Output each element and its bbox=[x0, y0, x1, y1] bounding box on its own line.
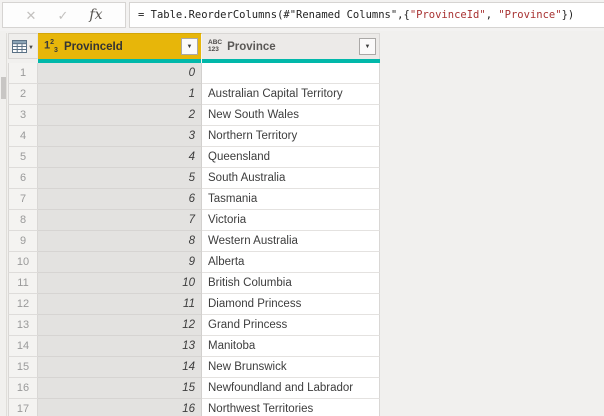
provinceid-cell[interactable]: 1 bbox=[38, 84, 202, 105]
table-row: 10 9 Alberta bbox=[8, 252, 380, 273]
row-number[interactable]: 2 bbox=[8, 84, 38, 105]
fx-icon: fx bbox=[89, 7, 103, 23]
column-header-provinceid[interactable]: 123 ProvinceId ▼ bbox=[38, 33, 202, 59]
provinceid-cell[interactable]: 0 bbox=[38, 63, 202, 84]
table-row: 12 11 Diamond Princess bbox=[8, 294, 380, 315]
province-cell[interactable]: Queensland bbox=[202, 147, 380, 168]
province-cell[interactable]: Newfoundland and Labrador bbox=[202, 378, 380, 399]
commit-icon[interactable]: ✓ bbox=[57, 9, 68, 22]
column-header-province[interactable]: ABC 123 Province ▼ bbox=[202, 33, 380, 59]
table-row: 15 14 New Brunswick bbox=[8, 357, 380, 378]
pane-scroll-thumb[interactable] bbox=[1, 77, 6, 99]
provinceid-cell[interactable]: 11 bbox=[38, 294, 202, 315]
province-cell[interactable]: Northern Territory bbox=[202, 126, 380, 147]
provinceid-cell[interactable]: 12 bbox=[38, 315, 202, 336]
any-type-icon: ABC 123 bbox=[208, 38, 223, 53]
provinceid-cell[interactable]: 6 bbox=[38, 189, 202, 210]
provinceid-cell[interactable]: 5 bbox=[38, 168, 202, 189]
row-number[interactable]: 14 bbox=[8, 336, 38, 357]
table-row: 8 7 Victoria bbox=[8, 210, 380, 231]
province-cell[interactable]: Alberta bbox=[202, 252, 380, 273]
table-row: 14 13 Manitoba bbox=[8, 336, 380, 357]
row-number[interactable]: 15 bbox=[8, 357, 38, 378]
row-number[interactable]: 4 bbox=[8, 126, 38, 147]
whole-number-type-icon: 123 bbox=[44, 39, 58, 54]
row-number[interactable]: 10 bbox=[8, 252, 38, 273]
formula-bar: ✕ ✓ fx = Table.ReorderColumns(#"Renamed … bbox=[0, 0, 604, 31]
row-number[interactable]: 12 bbox=[8, 294, 38, 315]
provinceid-cell[interactable]: 13 bbox=[38, 336, 202, 357]
filter-dropdown-button[interactable]: ▼ bbox=[359, 38, 376, 55]
table-row: 7 6 Tasmania bbox=[8, 189, 380, 210]
power-query-editor: ✕ ✓ fx = Table.ReorderColumns(#"Renamed … bbox=[0, 0, 604, 416]
row-number[interactable]: 9 bbox=[8, 231, 38, 252]
chevron-down-icon: ▼ bbox=[364, 43, 371, 50]
provinceid-cell[interactable]: 16 bbox=[38, 399, 202, 416]
table-header-row: ▼ 123 ProvinceId ▼ ABC 123 Province ▼ bbox=[8, 33, 380, 59]
row-number[interactable]: 1 bbox=[8, 63, 38, 84]
row-number[interactable]: 13 bbox=[8, 315, 38, 336]
provinceid-cell[interactable]: 4 bbox=[38, 147, 202, 168]
provinceid-cell[interactable]: 9 bbox=[38, 252, 202, 273]
chevron-down-icon: ▼ bbox=[28, 45, 34, 51]
row-number[interactable]: 11 bbox=[8, 273, 38, 294]
table-row: 3 2 New South Wales bbox=[8, 105, 380, 126]
table-body: 1 0 2 1 Australian Capital Territory 3 2… bbox=[8, 63, 380, 416]
provinceid-cell[interactable]: 3 bbox=[38, 126, 202, 147]
formula-bar-buttons: ✕ ✓ fx bbox=[2, 2, 126, 28]
province-cell[interactable]: Tasmania bbox=[202, 189, 380, 210]
province-cell[interactable]: South Australia bbox=[202, 168, 380, 189]
row-number[interactable]: 16 bbox=[8, 378, 38, 399]
province-cell[interactable]: Northwest Territories bbox=[202, 399, 380, 416]
table-row: 1 0 bbox=[8, 63, 380, 84]
queries-pane-collapsed-strip[interactable] bbox=[0, 33, 7, 416]
table-row: 6 5 South Australia bbox=[8, 168, 380, 189]
row-number[interactable]: 6 bbox=[8, 168, 38, 189]
column-header-label: Province bbox=[227, 40, 276, 53]
table-menu-button[interactable]: ▼ bbox=[8, 33, 38, 59]
provinceid-cell[interactable]: 15 bbox=[38, 378, 202, 399]
province-cell[interactable]: New Brunswick bbox=[202, 357, 380, 378]
provinceid-cell[interactable]: 14 bbox=[38, 357, 202, 378]
provinceid-cell[interactable]: 10 bbox=[38, 273, 202, 294]
table-icon bbox=[12, 39, 28, 53]
row-number[interactable]: 3 bbox=[8, 105, 38, 126]
province-cell[interactable]: Grand Princess bbox=[202, 315, 380, 336]
table-row: 17 16 Northwest Territories bbox=[8, 399, 380, 416]
province-cell[interactable] bbox=[202, 63, 380, 84]
table-row: 9 8 Western Australia bbox=[8, 231, 380, 252]
table-row: 5 4 Queensland bbox=[8, 147, 380, 168]
row-number[interactable]: 8 bbox=[8, 210, 38, 231]
table-row: 4 3 Northern Territory bbox=[8, 126, 380, 147]
province-cell[interactable]: Manitoba bbox=[202, 336, 380, 357]
province-cell[interactable]: Diamond Princess bbox=[202, 294, 380, 315]
data-preview-table: ▼ 123 ProvinceId ▼ ABC 123 Province ▼ 1 … bbox=[8, 33, 380, 416]
province-cell[interactable]: Western Australia bbox=[202, 231, 380, 252]
provinceid-cell[interactable]: 7 bbox=[38, 210, 202, 231]
table-row: 16 15 Newfoundland and Labrador bbox=[8, 378, 380, 399]
provinceid-cell[interactable]: 2 bbox=[38, 105, 202, 126]
table-row: 13 12 Grand Princess bbox=[8, 315, 380, 336]
row-number[interactable]: 5 bbox=[8, 147, 38, 168]
row-number[interactable]: 17 bbox=[8, 399, 38, 416]
filter-dropdown-button[interactable]: ▼ bbox=[181, 38, 198, 55]
row-number[interactable]: 7 bbox=[8, 189, 38, 210]
provinceid-cell[interactable]: 8 bbox=[38, 231, 202, 252]
table-row: 2 1 Australian Capital Territory bbox=[8, 84, 380, 105]
province-cell[interactable]: Australian Capital Territory bbox=[202, 84, 380, 105]
formula-input[interactable]: = Table.ReorderColumns(#"Renamed Columns… bbox=[129, 2, 604, 28]
table-row: 11 10 British Columbia bbox=[8, 273, 380, 294]
province-cell[interactable]: British Columbia bbox=[202, 273, 380, 294]
chevron-down-icon: ▼ bbox=[186, 43, 193, 50]
province-cell[interactable]: New South Wales bbox=[202, 105, 380, 126]
column-header-label: ProvinceId bbox=[63, 40, 123, 53]
province-cell[interactable]: Victoria bbox=[202, 210, 380, 231]
cancel-icon[interactable]: ✕ bbox=[26, 9, 37, 22]
